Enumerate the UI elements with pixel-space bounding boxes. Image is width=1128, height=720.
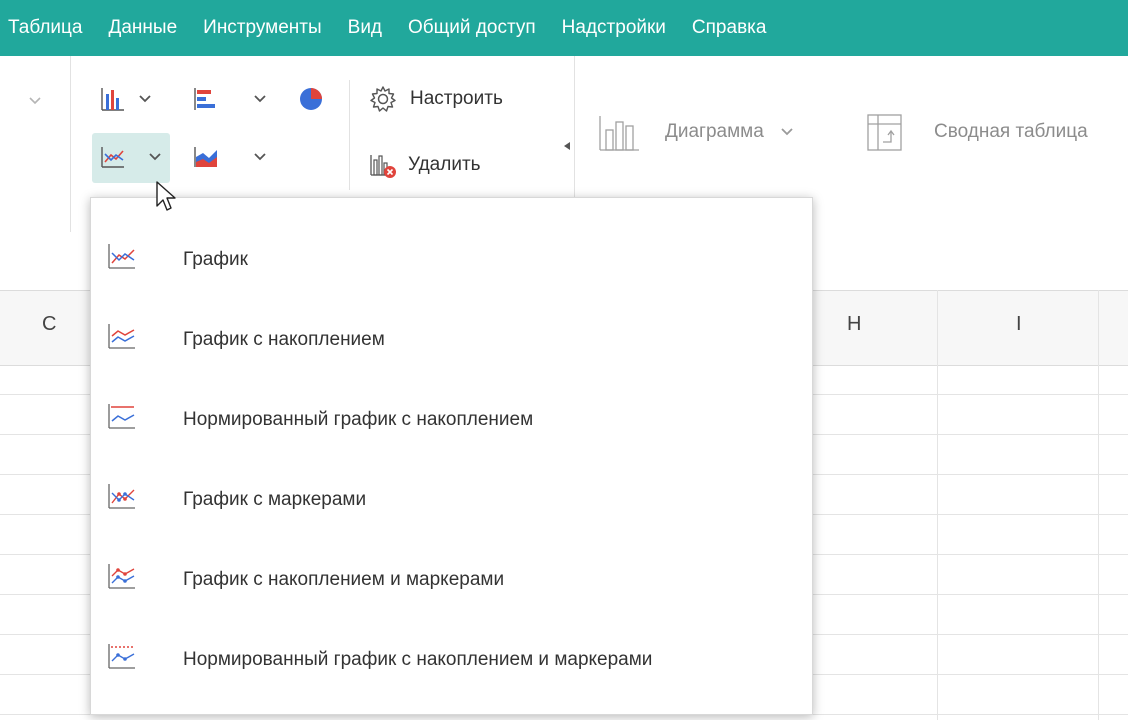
dropdown-item-stacked-line-markers[interactable]: График с накоплением и маркерами bbox=[91, 540, 812, 620]
column-chart-icon bbox=[101, 88, 124, 111]
pivot-table-button[interactable]: Сводная таблица bbox=[866, 112, 1088, 152]
menu-tools[interactable]: Инструменты bbox=[203, 17, 321, 39]
column-chart-button[interactable] bbox=[100, 86, 152, 112]
chevron-down-icon[interactable] bbox=[138, 94, 152, 104]
delete-chart-icon bbox=[370, 155, 396, 178]
dropdown-item-line-markers[interactable]: График с маркерами bbox=[91, 460, 812, 540]
bar-chart-icon bbox=[194, 88, 215, 110]
pivot-table-label: Сводная таблица bbox=[934, 121, 1088, 142]
area-chart-button[interactable] bbox=[193, 145, 267, 169]
dropdown-item-label: График с накоплением bbox=[183, 329, 385, 350]
chevron-down-icon[interactable] bbox=[148, 152, 162, 162]
menu-sharing[interactable]: Общий доступ bbox=[408, 17, 536, 39]
configure-label: Настроить bbox=[410, 88, 503, 109]
menu-addons[interactable]: Надстройки bbox=[562, 17, 666, 39]
chart-button[interactable]: Диаграмма bbox=[597, 112, 794, 152]
dropdown-item-label: Нормированный график с накоплением bbox=[183, 409, 534, 430]
dropdown-item-line[interactable]: График bbox=[91, 220, 812, 300]
stacked-line-chart-icon bbox=[108, 324, 135, 349]
line-chart-dropdown: График График с накоплением Нормированны… bbox=[90, 197, 813, 715]
gear-icon bbox=[370, 86, 396, 112]
configure-chart-button[interactable]: Настроить bbox=[368, 84, 503, 114]
chart-label: Диаграмма bbox=[665, 121, 764, 142]
line-chart-button[interactable] bbox=[100, 145, 162, 169]
column-divider bbox=[937, 290, 938, 720]
chevron-down-icon[interactable] bbox=[28, 96, 42, 106]
area-chart-icon bbox=[194, 147, 217, 167]
delete-label: Удалить bbox=[408, 154, 481, 175]
menu-bar: Таблица Данные Инструменты Вид Общий дос… bbox=[0, 0, 1128, 56]
column-header-h[interactable]: H bbox=[847, 313, 861, 336]
menu-view[interactable]: Вид bbox=[348, 17, 382, 39]
dropdown-item-percent-stacked-line-markers[interactable]: Нормированный график с накоплением и мар… bbox=[91, 620, 812, 700]
line-chart-icon bbox=[101, 147, 124, 168]
bar-chart-button[interactable] bbox=[193, 86, 267, 112]
menu-table[interactable]: Таблица bbox=[8, 17, 83, 39]
dropdown-item-label: Нормированный график с накоплением и мар… bbox=[183, 649, 653, 670]
column-header-i[interactable]: I bbox=[1016, 313, 1022, 336]
line-chart-icon bbox=[108, 244, 135, 269]
ribbon-divider bbox=[349, 80, 350, 190]
pie-chart-icon bbox=[300, 88, 322, 110]
menu-data[interactable]: Данные bbox=[109, 17, 178, 39]
dropdown-item-label: График с накоплением и маркерами bbox=[183, 569, 505, 590]
ribbon-divider bbox=[70, 56, 71, 232]
dropdown-item-stacked-line[interactable]: График с накоплением bbox=[91, 300, 812, 380]
pivot-table-icon bbox=[867, 114, 902, 151]
menu-help[interactable]: Справка bbox=[692, 17, 767, 39]
column-divider bbox=[1098, 290, 1099, 720]
mouse-cursor-icon bbox=[156, 181, 176, 211]
chevron-down-icon[interactable] bbox=[253, 94, 267, 104]
dropdown-item-percent-stacked-line[interactable]: Нормированный график с накоплением bbox=[91, 380, 812, 460]
chevron-down-icon[interactable] bbox=[780, 127, 794, 137]
chevron-down-icon[interactable] bbox=[253, 152, 267, 162]
percent-stacked-line-markers-chart-icon bbox=[108, 644, 135, 669]
delete-chart-button[interactable]: Удалить bbox=[368, 151, 481, 179]
chart-icon bbox=[599, 116, 639, 151]
percent-stacked-line-chart-icon bbox=[108, 404, 135, 429]
line-markers-chart-icon bbox=[108, 484, 135, 509]
pie-chart-button[interactable] bbox=[298, 86, 324, 112]
dropdown-item-label: График с маркерами bbox=[183, 489, 367, 510]
column-header-c[interactable]: C bbox=[42, 313, 56, 336]
collapse-arrow-icon[interactable] bbox=[564, 142, 570, 150]
stacked-line-markers-chart-icon bbox=[108, 564, 135, 589]
dropdown-item-label: График bbox=[183, 249, 248, 270]
